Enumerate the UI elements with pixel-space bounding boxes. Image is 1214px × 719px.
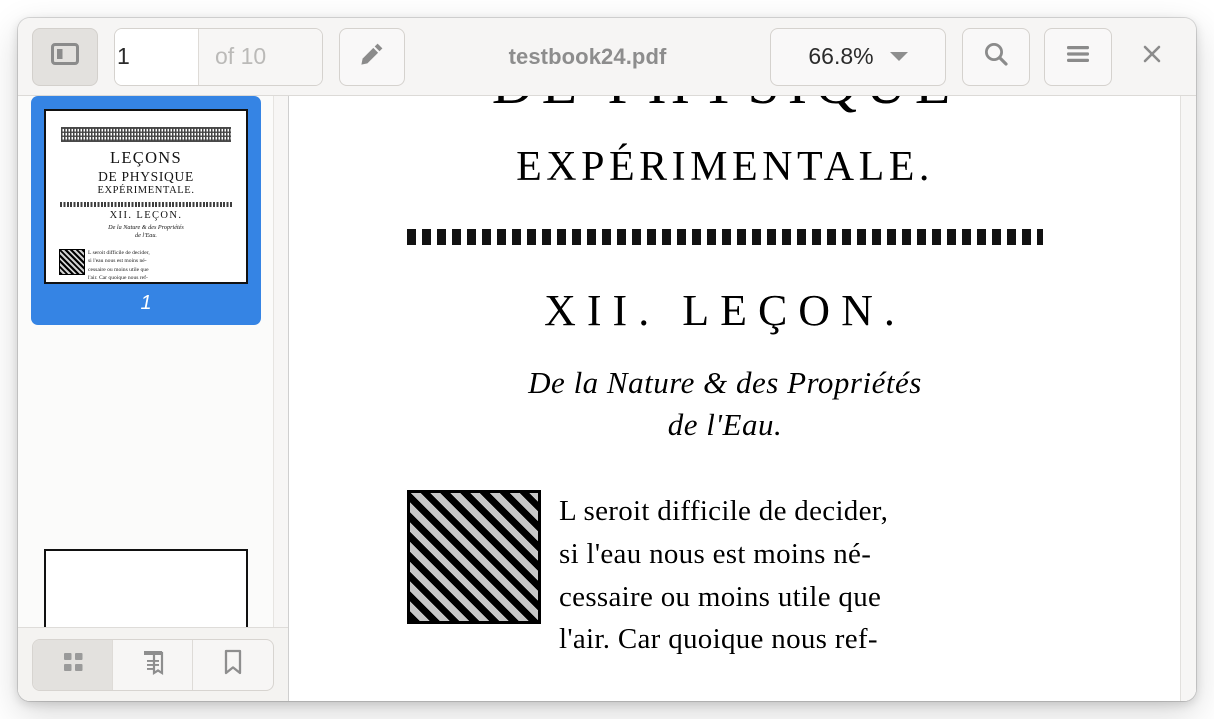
document-title: testbook24.pdf <box>508 43 667 69</box>
page-lesson-subtitle: De la Nature & des Propriétés de l'Eau. <box>289 362 1161 446</box>
page-lesson-number: XII. LEÇON. <box>544 286 906 335</box>
hamburger-menu-icon <box>1064 43 1092 70</box>
ornament-band-icon <box>61 127 231 142</box>
bookmark-icon <box>221 648 245 681</box>
thumbnail-page-1[interactable]: LEÇONS DE PHYSIQUE EXPÉRIMENTALE. XII. L… <box>31 96 261 326</box>
body-line-4: l'air. Car quoique nous ref- <box>559 623 878 656</box>
ornament-rule <box>407 229 1043 245</box>
mini-heading-2: DE PHYSIQUE <box>98 168 194 184</box>
close-icon <box>1139 41 1165 72</box>
mini-lesson-number: XII. LEÇON. <box>109 209 183 221</box>
header-bar: of 10 testbook24.pdf 66.8% <box>18 18 1196 96</box>
thumbnail-mini-render: LEÇONS DE PHYSIQUE EXPÉRIMENTALE. XII. L… <box>46 111 246 282</box>
page-body-block: L seroit difficile de decider, si l'eau … <box>407 489 1065 662</box>
desktop-backdrop: of 10 testbook24.pdf 66.8% <box>0 0 1214 719</box>
mini-heading-3: EXPÉRIMENTALE. <box>97 185 195 196</box>
document-scrollbar[interactable] <box>1180 96 1196 701</box>
sidebar-tab-thumbnails[interactable] <box>33 639 113 690</box>
page-lesson-subtitle-line2: de l'Eau. <box>667 406 783 442</box>
page-number-input[interactable] <box>115 28 198 85</box>
mini-body-block: L seroit difficile de decider, si l'eau … <box>59 248 233 283</box>
thumbnail-page-1-image: LEÇONS DE PHYSIQUE EXPÉRIMENTALE. XII. L… <box>44 109 248 285</box>
document-view[interactable]: DE PHYSIQUE EXPÉRIMENTALE. XII. LEÇON. D… <box>289 96 1196 701</box>
grid-icon <box>60 649 86 680</box>
page-number-group[interactable]: of 10 <box>114 27 323 86</box>
body-line-1: L seroit difficile de decider, <box>559 494 889 527</box>
search-button[interactable] <box>962 27 1030 86</box>
page-dropcap <box>407 489 541 624</box>
sidebar-tab-bar <box>18 627 288 701</box>
sidebar-tab-group <box>32 638 274 691</box>
thumbnail-page-2[interactable] <box>31 536 261 627</box>
pdf-viewer-window: of 10 testbook24.pdf 66.8% <box>18 18 1196 701</box>
mini-ornament-rule <box>60 201 232 207</box>
sidebar-icon <box>50 41 80 72</box>
body-line-2: si l'eau nous est moins né- <box>559 537 872 570</box>
zoom-level-value: 66.8% <box>808 43 874 69</box>
page-heading-2: DE PHYSIQUE <box>289 96 1161 117</box>
page-lesson-subtitle-line1: De la Nature & des Propriétés <box>528 365 922 400</box>
search-icon <box>981 39 1011 74</box>
sidebar-toggle-button[interactable] <box>32 27 98 86</box>
page-total-label: of 10 <box>198 28 322 85</box>
mini-lesson-subtitle: De la Nature & des Propriétés de l'Eau. <box>108 224 184 240</box>
mini-dropcap <box>59 248 85 275</box>
sidebar-tab-bookmarks[interactable] <box>193 640 273 690</box>
thumbnail-page-1-label: 1 <box>140 292 152 315</box>
pdf-page-render: DE PHYSIQUE EXPÉRIMENTALE. XII. LEÇON. D… <box>289 96 1161 701</box>
body-line-3: cessaire ou moins utile que <box>559 580 882 613</box>
sidebar-tab-outline[interactable] <box>113 639 193 690</box>
chevron-down-icon <box>889 52 908 61</box>
thumbnail-page-2-image <box>44 549 248 627</box>
window-body: LEÇONS DE PHYSIQUE EXPÉRIMENTALE. XII. L… <box>18 96 1196 701</box>
main-menu-button[interactable] <box>1044 27 1112 86</box>
page-heading-3: EXPÉRIMENTALE. <box>516 144 934 190</box>
sidebar-scrollbar[interactable] <box>273 96 288 627</box>
thumbnail-list[interactable]: LEÇONS DE PHYSIQUE EXPÉRIMENTALE. XII. L… <box>18 96 288 627</box>
mini-heading-1: LEÇONS <box>110 148 182 167</box>
sidebar-panel: LEÇONS DE PHYSIQUE EXPÉRIMENTALE. XII. L… <box>18 96 289 701</box>
document-outline-icon <box>140 648 166 681</box>
close-window-button[interactable] <box>1122 28 1182 86</box>
pencil-icon <box>358 40 386 73</box>
zoom-level-dropdown[interactable]: 66.8% <box>770 27 946 86</box>
page-body-text: L seroit difficile de decider, si l'eau … <box>559 490 888 662</box>
edit-annotate-button[interactable] <box>339 27 405 86</box>
